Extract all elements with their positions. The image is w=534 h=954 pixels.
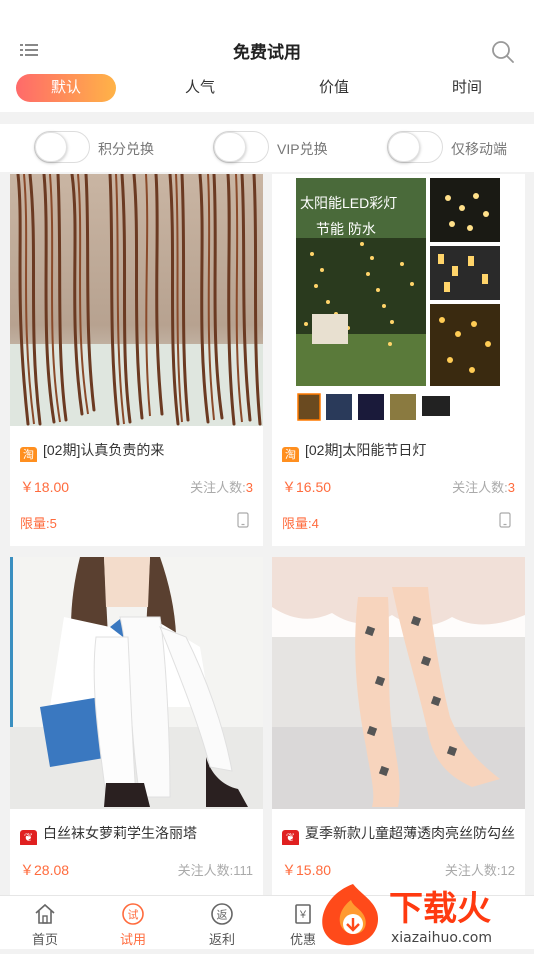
svg-text:￥: ￥ — [298, 910, 308, 921]
product-price: ￥18.00 — [20, 479, 70, 495]
product-title[interactable]: ❦ 白丝袜女萝莉学生洛丽塔 — [20, 823, 258, 845]
trial-icon: 试 — [122, 903, 144, 925]
product-price: ￥28.08 — [20, 862, 70, 878]
follow-label: 关注人数: — [444, 863, 501, 878]
toggle-label: 积分兑换 — [98, 141, 154, 157]
follow-count: 关注人数:3 — [452, 477, 515, 496]
limit-quantity: 限量:4 — [282, 516, 319, 531]
tmall-icon: ❦ — [20, 830, 37, 845]
tab-value[interactable]: 价值 — [284, 74, 384, 102]
app-header: 免费试用 默认 人气 价值 时间 — [0, 0, 534, 112]
toggle-knob — [214, 132, 246, 162]
page-title: 免费试用 — [233, 43, 301, 62]
product-card[interactable]: 太阳能LED彩灯 节能 防水 淘 [02期]太阳能节日灯 ￥16.50 关注人数:… — [272, 174, 525, 546]
toggle-switch[interactable] — [34, 131, 90, 163]
taobao-icon: 淘 — [282, 447, 299, 462]
limit-quantity: 限量:5 — [20, 516, 57, 531]
svg-text:xiazaihuo.com: xiazaihuo.com — [391, 930, 492, 946]
nav-label: 试用 — [119, 932, 146, 947]
product-image[interactable] — [10, 557, 263, 809]
filter-toggles: 积分兑换 VIP兑换 仅移动端 — [0, 124, 534, 172]
follow-label: 关注人数: — [190, 480, 246, 495]
coupon-icon: ￥ — [295, 904, 311, 924]
rebate-icon: 返 — [211, 903, 233, 925]
follow-number: 12 — [500, 863, 515, 878]
nav-trial[interactable]: 试 试用 — [88, 896, 178, 950]
follow-label: 关注人数: — [177, 863, 234, 878]
product-title[interactable]: ❦ 夏季新款儿童超薄透肉亮丝防勾丝 — [282, 823, 520, 845]
taobao-icon: 淘 — [20, 447, 37, 462]
tab-default[interactable]: 默认 — [16, 74, 116, 102]
product-price: ￥16.50 — [282, 479, 332, 495]
svg-text:返: 返 — [217, 909, 228, 922]
follow-number: 111 — [233, 863, 253, 878]
tmall-icon: ❦ — [282, 830, 299, 845]
product-title[interactable]: 淘 [02期]认真负责的来 — [20, 440, 258, 462]
toggle-switch[interactable] — [213, 131, 269, 163]
home-icon — [35, 903, 55, 924]
follow-label: 关注人数: — [452, 480, 508, 495]
toggle-knob — [388, 132, 420, 162]
product-title[interactable]: 淘 [02期]太阳能节日灯 — [282, 440, 520, 462]
toggle-switch[interactable] — [387, 131, 443, 163]
sort-tabs: 默认 人气 价值 时间 — [0, 74, 534, 104]
product-title-text: 白丝袜女萝莉学生洛丽塔 — [43, 825, 197, 841]
nav-label: 返利 — [208, 932, 235, 947]
product-card[interactable]: ❦ 白丝袜女萝莉学生洛丽塔 ￥28.08 关注人数:111 — [10, 557, 263, 897]
follow-count: 关注人数:3 — [190, 477, 253, 496]
toggle-label: 仅移动端 — [451, 141, 507, 157]
search-icon[interactable] — [491, 40, 515, 64]
product-card[interactable]: 淘 [02期]认真负责的来 ￥18.00 关注人数:3 限量:5 — [10, 174, 263, 546]
follow-number: 3 — [507, 480, 515, 495]
svg-text:试: 试 — [128, 909, 139, 922]
product-image[interactable]: 太阳能LED彩灯 节能 防水 — [272, 174, 525, 426]
toggle-knob — [35, 132, 67, 162]
nav-home[interactable]: 首页 — [0, 896, 90, 950]
site-watermark-logo: 下载火 xiazaihuo.com — [313, 878, 534, 949]
product-image[interactable] — [10, 174, 263, 426]
tab-popularity[interactable]: 人气 — [150, 74, 250, 102]
nav-label: 首页 — [31, 932, 58, 947]
product-title-text: [02期]太阳能节日灯 — [305, 442, 427, 458]
tab-time[interactable]: 时间 — [417, 74, 517, 102]
toggle-label: VIP兑换 — [277, 141, 328, 157]
follow-count: 关注人数:12 — [445, 860, 515, 879]
image-caption: 太阳能LED彩灯 — [300, 195, 397, 211]
product-image[interactable] — [272, 557, 525, 809]
follow-number: 3 — [245, 480, 253, 495]
image-caption-sub: 节能 防水 — [316, 221, 376, 237]
svg-text:下载火: 下载火 — [389, 889, 491, 929]
product-price: ￥15.80 — [282, 862, 332, 878]
product-title-text: 夏季新款儿童超薄透肉亮丝防勾丝 — [305, 825, 515, 841]
nav-rebate[interactable]: 返 返利 — [177, 896, 267, 950]
product-card[interactable]: ❦ 夏季新款儿童超薄透肉亮丝防勾丝 ￥15.80 关注人数:12 — [272, 557, 525, 897]
product-title-text: [02期]认真负责的来 — [43, 442, 165, 458]
phone-icon — [237, 512, 249, 528]
follow-count: 关注人数:111 — [178, 860, 253, 879]
phone-icon — [499, 512, 511, 528]
